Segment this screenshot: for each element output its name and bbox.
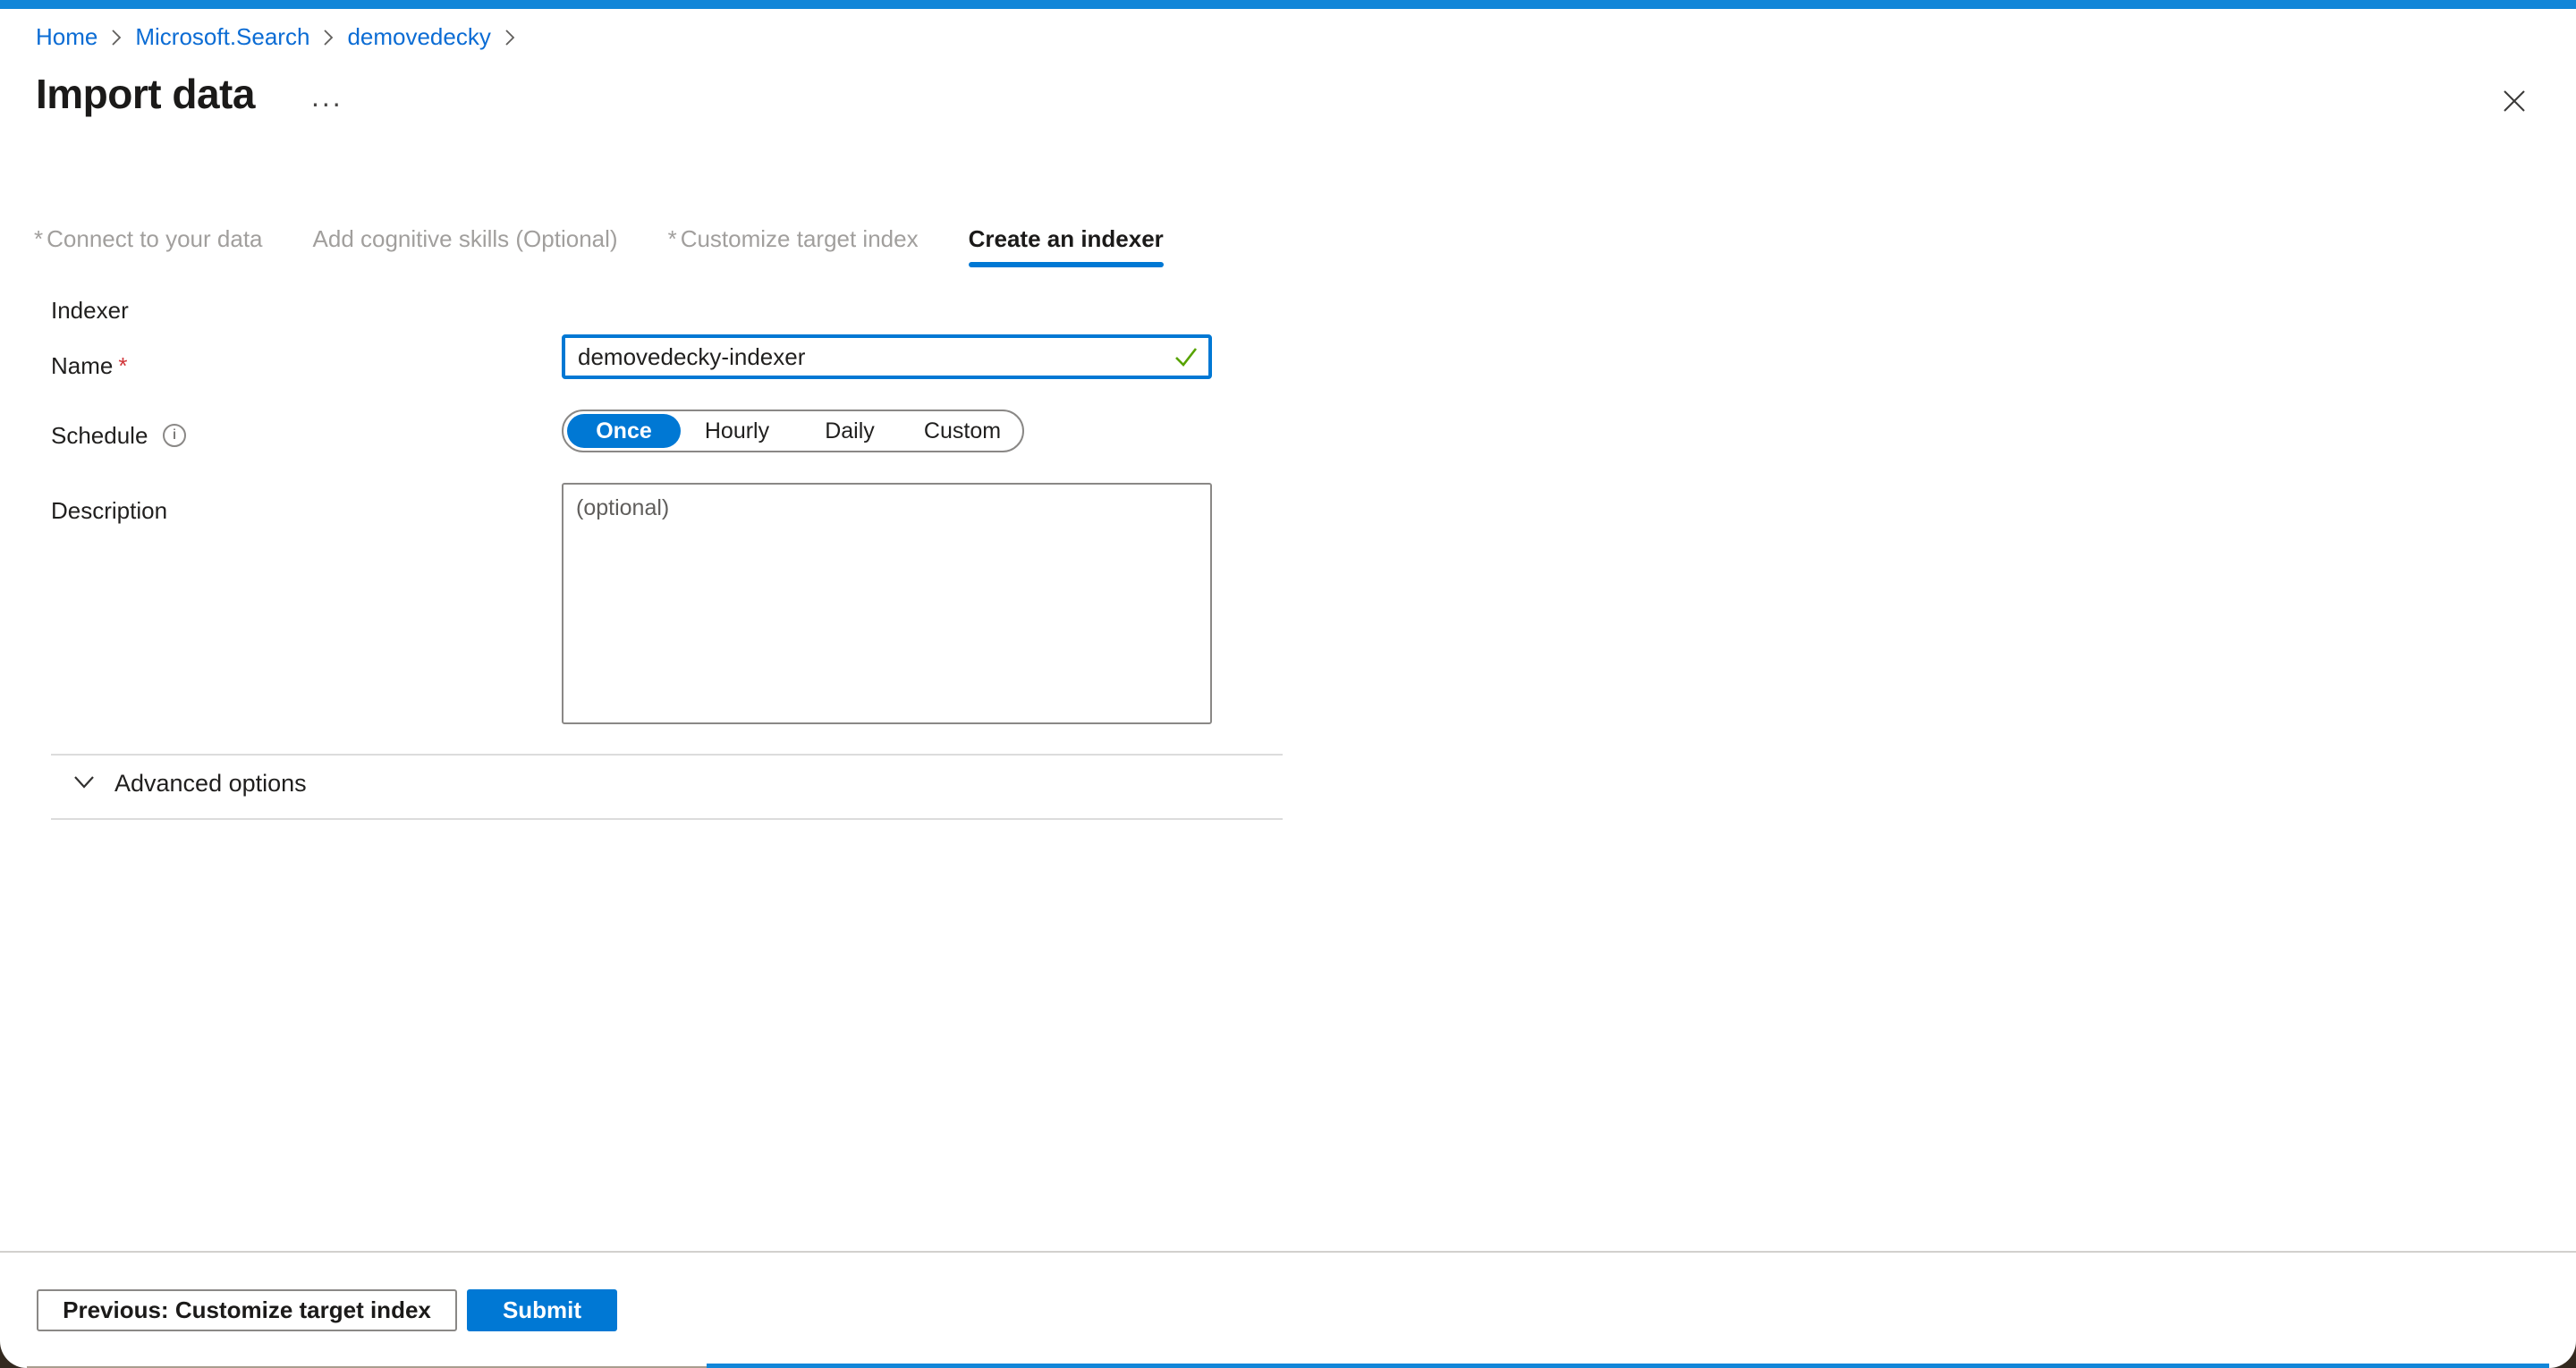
schedule-option-once[interactable]: Once	[567, 414, 681, 448]
advanced-options-toggle[interactable]: Advanced options	[72, 769, 307, 798]
indexer-name-input[interactable]	[562, 334, 1212, 379]
close-icon[interactable]	[2497, 84, 2531, 118]
chevron-right-icon	[504, 27, 516, 48]
schedule-label: Schedule	[51, 422, 148, 450]
schedule-option-custom[interactable]: Custom	[906, 418, 1019, 444]
previous-step-button[interactable]: Previous: Customize target index	[37, 1289, 457, 1331]
breadcrumb-home-link[interactable]: Home	[36, 23, 97, 51]
info-icon[interactable]: i	[163, 424, 186, 447]
top-loading-bar	[0, 0, 2576, 9]
tab-connect-to-your-data[interactable]: *Connect to your data	[34, 225, 263, 267]
schedule-option-daily[interactable]: Daily	[793, 418, 906, 444]
valid-check-icon	[1173, 343, 1199, 375]
divider	[51, 818, 1283, 820]
tab-label: Connect to your data	[47, 225, 262, 252]
schedule-toggle-group: Once Hourly Daily Custom	[562, 410, 1024, 452]
page-title: Import data	[36, 70, 255, 118]
chevron-down-icon	[72, 769, 97, 798]
breadcrumb-service-link[interactable]: Microsoft.Search	[135, 23, 309, 51]
chevron-right-icon	[110, 27, 123, 48]
screen-corner-right	[2549, 1339, 2576, 1368]
more-menu-button[interactable]: ...	[311, 82, 343, 111]
screen-corner-left	[0, 1339, 27, 1368]
name-label: Name*	[51, 352, 127, 380]
chevron-right-icon	[322, 27, 335, 48]
footer-divider	[0, 1251, 2576, 1253]
submit-button[interactable]: Submit	[467, 1289, 617, 1331]
required-star: *	[668, 225, 677, 252]
wizard-tabs: *Connect to your data Add cognitive skil…	[34, 225, 1164, 267]
required-star: *	[34, 225, 43, 252]
advanced-options-label: Advanced options	[114, 770, 307, 798]
breadcrumb-resource-link[interactable]: demovedecky	[347, 23, 490, 51]
tab-customize-target-index[interactable]: *Customize target index	[668, 225, 919, 267]
tab-label: Create an indexer	[969, 225, 1164, 252]
tab-label: Customize target index	[681, 225, 919, 252]
tab-create-an-indexer[interactable]: Create an indexer	[969, 225, 1164, 267]
description-label: Description	[51, 497, 167, 525]
tab-add-cognitive-skills[interactable]: Add cognitive skills (Optional)	[313, 225, 618, 267]
description-textarea[interactable]	[562, 483, 1212, 724]
breadcrumb: Home Microsoft.Search demovedecky	[36, 23, 529, 51]
name-label-text: Name	[51, 352, 113, 379]
bottom-blue-strip	[707, 1364, 2576, 1368]
divider	[51, 754, 1283, 756]
tab-label: Add cognitive skills (Optional)	[313, 225, 618, 252]
import-data-page: Home Microsoft.Search demovedecky Import…	[0, 0, 2576, 1368]
required-asterisk: *	[118, 352, 127, 379]
schedule-option-hourly[interactable]: Hourly	[681, 418, 793, 444]
indexer-section-title: Indexer	[51, 297, 129, 325]
name-input-wrap	[562, 334, 1212, 379]
